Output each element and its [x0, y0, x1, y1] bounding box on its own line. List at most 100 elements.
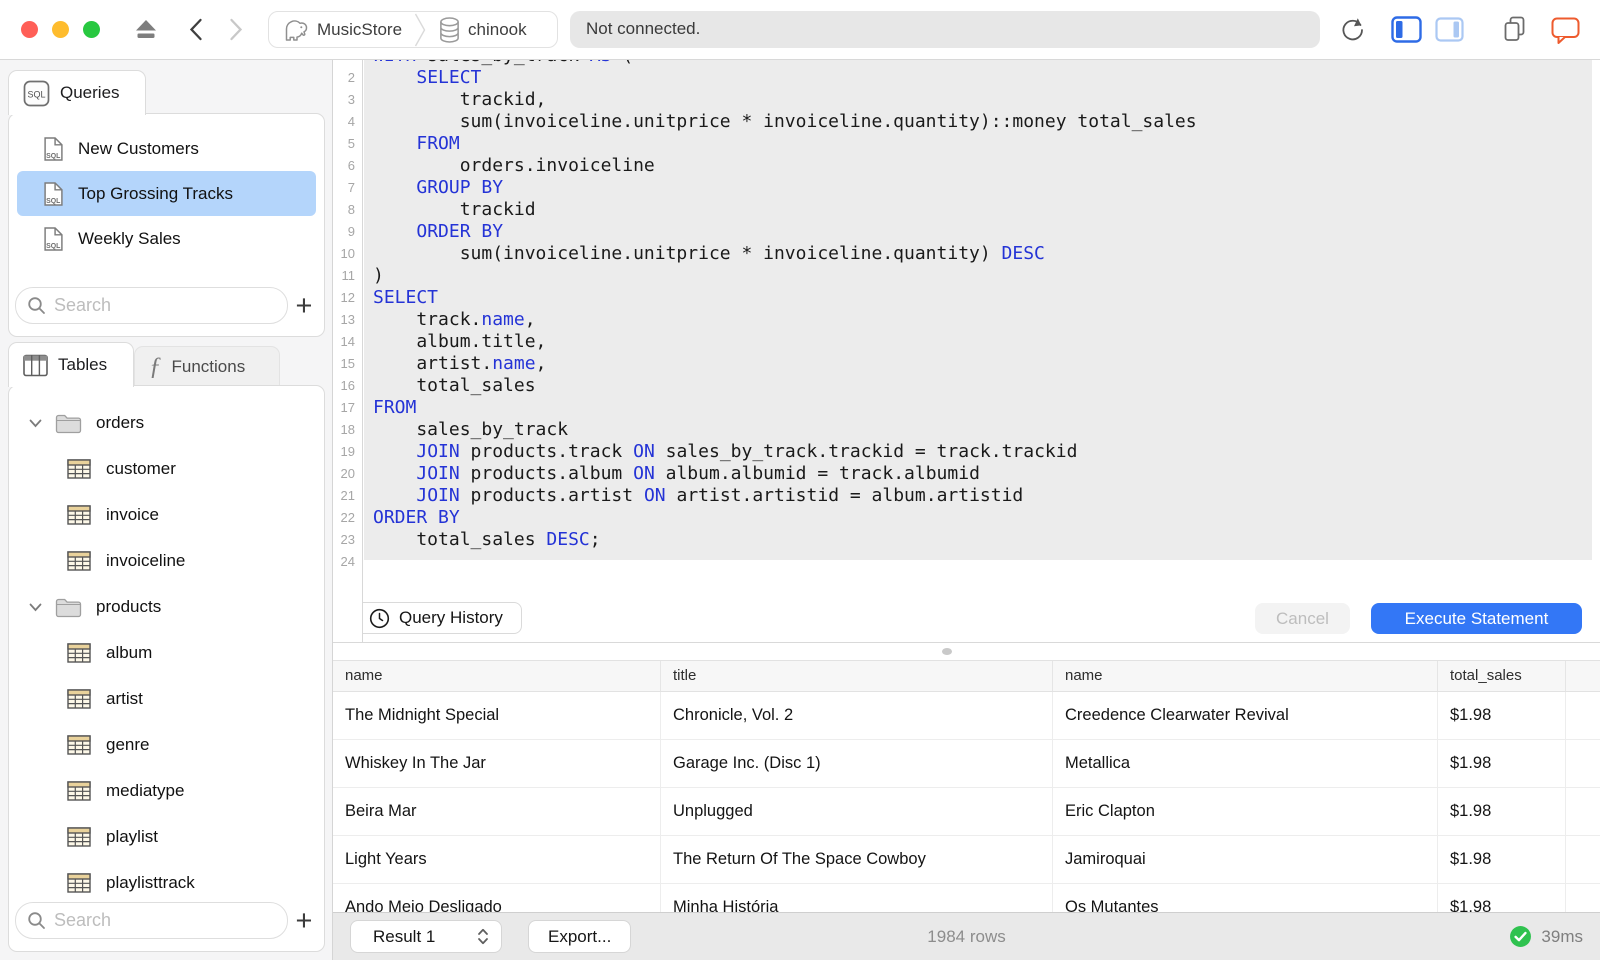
tree-item-invoiceline[interactable]: invoiceline [9, 538, 324, 584]
results-rows: The Midnight Special Chronicle, Vol. 2 Cre… [333, 692, 1600, 912]
code-line: orders.invoiceline [373, 155, 655, 176]
cell[interactable]: Minha História [661, 884, 1053, 912]
splitter-handle-icon[interactable] [942, 648, 952, 655]
breadcrumb-database[interactable]: chinook [468, 20, 527, 40]
line-number: 10 [340, 246, 355, 261]
search-icon [28, 912, 45, 929]
tree-item-genre[interactable]: genre [9, 722, 324, 768]
query-item-new-customers[interactable]: SQL New Customers [17, 126, 316, 171]
minimize-window-button[interactable] [52, 21, 69, 38]
cell[interactable]: $1.98 [1438, 884, 1566, 912]
tree-item-customer[interactable]: customer [9, 446, 324, 492]
editor-results-splitter[interactable] [333, 644, 1600, 660]
close-window-button[interactable] [21, 21, 38, 38]
cancel-button[interactable]: Cancel [1255, 603, 1350, 634]
cell[interactable]: The Midnight Special [333, 692, 661, 739]
windows-icon[interactable] [1502, 16, 1527, 43]
column-header-name[interactable]: name [333, 661, 661, 691]
line-number: 3 [347, 92, 355, 107]
breadcrumb: MusicStore chinook [268, 11, 558, 48]
postgres-elephant-icon [285, 20, 308, 41]
cell[interactable]: $1.98 [1438, 788, 1566, 835]
tree-item-label: playlisttrack [106, 873, 195, 892]
refresh-icon[interactable] [1340, 17, 1365, 43]
cell[interactable]: Chronicle, Vol. 2 [661, 692, 1053, 739]
tree-item-playlisttrack[interactable]: playlisttrack [9, 860, 324, 906]
tab-tables[interactable]: Tables [8, 342, 134, 387]
cell[interactable]: The Return Of The Space Cowboy [661, 836, 1053, 883]
chevron-down-icon[interactable] [29, 603, 42, 612]
column-header-title[interactable]: title [661, 661, 1053, 691]
code-line: sum(invoiceline.unitprice * invoiceline.… [373, 111, 1197, 132]
column-header-name[interactable]: name [1053, 661, 1438, 691]
tree-item-mediatype[interactable]: mediatype [9, 768, 324, 814]
table-row[interactable]: Ando Meio Desligado Minha História Os Muta… [333, 884, 1600, 912]
query-item-weekly-sales[interactable]: SQL Weekly Sales [17, 216, 316, 261]
cell[interactable]: Metallica [1053, 740, 1438, 787]
export-button[interactable]: Export... [528, 920, 632, 953]
tree-item-artist[interactable]: artist [9, 676, 324, 722]
table-row[interactable]: Light Years The Return Of The Space Cowbo… [333, 836, 1600, 884]
code-area[interactable]: WITH sales_by_track AS ( SELECT trackid,… [373, 60, 1197, 573]
tree-item-orders[interactable]: orders [9, 400, 324, 446]
back-button[interactable] [188, 18, 204, 41]
chevron-down-icon[interactable] [29, 419, 42, 428]
add-query-button[interactable]: + [288, 290, 320, 322]
column-header-filler [1566, 661, 1600, 691]
code-line: trackid [373, 199, 536, 220]
cell[interactable]: Ando Meio Desligado [333, 884, 661, 912]
tables-search-row: + [15, 902, 320, 939]
cell[interactable]: $1.98 [1438, 692, 1566, 739]
eject-icon[interactable] [134, 19, 158, 41]
tree-item-playlist[interactable]: playlist [9, 814, 324, 860]
table-row[interactable]: Beira Mar Unplugged Eric Clapton $1.98 [333, 788, 1600, 836]
cell[interactable]: Beira Mar [333, 788, 661, 835]
code-line: FROM [416, 133, 460, 154]
result-selector[interactable]: Result 1 [350, 920, 502, 953]
table-row[interactable]: Whiskey In The Jar Garage Inc. (Disc 1) Me… [333, 740, 1600, 788]
zoom-window-button[interactable] [83, 21, 100, 38]
cell[interactable]: Os Mutantes [1053, 884, 1438, 912]
toggle-left-sidebar-icon[interactable] [1391, 16, 1422, 43]
tables-search-input[interactable] [15, 902, 288, 939]
tree-item-label: artist [106, 689, 143, 708]
add-table-button[interactable]: + [288, 905, 320, 937]
tree-item-invoice[interactable]: invoice [9, 492, 324, 538]
chat-feedback-icon[interactable] [1551, 17, 1580, 44]
line-number: 23 [340, 532, 355, 547]
breadcrumb-server[interactable]: MusicStore [317, 20, 402, 40]
tree-item-label: customer [106, 459, 176, 478]
column-header-total-sales[interactable]: total_sales [1438, 661, 1566, 691]
forward-button[interactable] [228, 18, 244, 41]
code-line: sales_by_track [373, 419, 569, 440]
line-number: 5 [347, 136, 355, 151]
line-number: 11 [341, 268, 356, 283]
line-number: 21 [340, 488, 355, 503]
tree-item-products[interactable]: products [9, 584, 324, 630]
sql-file-icon: SQL [44, 181, 63, 206]
toggle-right-sidebar-icon[interactable] [1435, 17, 1464, 42]
table-icon [67, 459, 91, 479]
cell[interactable]: Garage Inc. (Disc 1) [661, 740, 1053, 787]
cell[interactable]: Eric Clapton [1053, 788, 1438, 835]
cell[interactable]: $1.98 [1438, 740, 1566, 787]
queries-search-input[interactable] [15, 287, 288, 324]
cell[interactable]: Unplugged [661, 788, 1053, 835]
tab-functions[interactable]: ƒ Functions [134, 346, 280, 387]
cell[interactable]: Whiskey In The Jar [333, 740, 661, 787]
cell[interactable]: Jamiroquai [1053, 836, 1438, 883]
code-line: FROM [373, 397, 417, 418]
clock-icon [369, 608, 390, 628]
line-number: 6 [347, 158, 355, 173]
cell[interactable]: Creedence Clearwater Revival [1053, 692, 1438, 739]
cell-filler [1566, 884, 1600, 912]
tree-item-album[interactable]: album [9, 630, 324, 676]
cell[interactable]: Light Years [333, 836, 661, 883]
table-row[interactable]: The Midnight Special Chronicle, Vol. 2 Cre… [333, 692, 1600, 740]
tab-queries[interactable]: SQL Queries [8, 70, 146, 115]
query-item-top-grossing-tracks[interactable]: SQL Top Grossing Tracks [17, 171, 316, 216]
table-icon [67, 643, 91, 663]
cell[interactable]: $1.98 [1438, 836, 1566, 883]
query-history-button[interactable]: Query History [350, 602, 522, 634]
execute-statement-button[interactable]: Execute Statement [1371, 603, 1582, 634]
